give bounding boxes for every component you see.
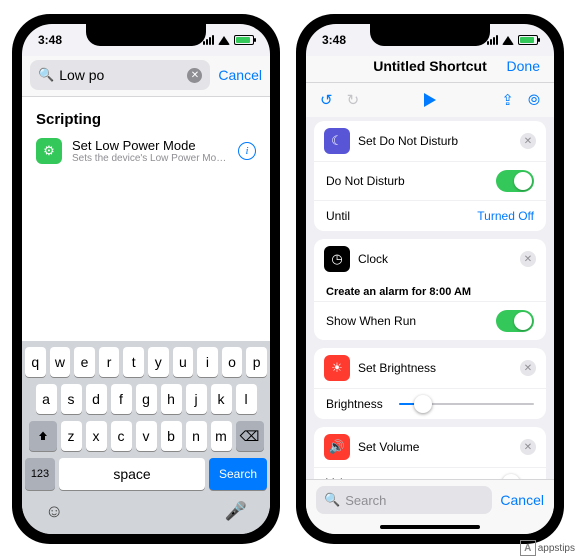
brightness-slider[interactable] — [399, 403, 534, 405]
moon-icon: ☾ — [324, 128, 350, 154]
watermark: A appstips — [520, 540, 575, 556]
action-card-dnd: ☾ Set Do Not Disturb ✕ Do Not Disturb Un… — [314, 121, 546, 231]
search-input[interactable]: 🔍 Search — [316, 486, 492, 514]
key-i[interactable]: i — [197, 347, 218, 377]
status-time: 3:48 — [322, 33, 346, 47]
battery-icon — [518, 35, 538, 45]
wifi-icon — [502, 36, 514, 45]
close-icon[interactable]: ✕ — [520, 439, 536, 455]
row-label: Until — [326, 209, 350, 223]
search-icon: 🔍 — [38, 67, 54, 83]
close-icon[interactable]: ✕ — [520, 251, 536, 267]
show-when-run-toggle[interactable] — [496, 310, 534, 332]
action-card-volume: 🔊 Set Volume ✕ Volume — [314, 427, 546, 479]
close-icon[interactable]: ✕ — [520, 360, 536, 376]
info-icon[interactable]: i — [238, 142, 256, 160]
search-text: Low po — [59, 67, 187, 83]
key-c[interactable]: c — [111, 421, 132, 451]
dnd-toggle[interactable] — [496, 170, 534, 192]
row-label: Brightness — [326, 397, 383, 411]
key-y[interactable]: y — [148, 347, 169, 377]
row-label: Do Not Disturb — [326, 174, 405, 188]
mic-key[interactable]: 🎤 — [225, 501, 247, 522]
key-t[interactable]: t — [123, 347, 144, 377]
card-title: Set Volume — [358, 440, 512, 454]
key-s[interactable]: s — [61, 384, 82, 414]
space-key[interactable]: space — [59, 458, 205, 490]
key-o[interactable]: o — [222, 347, 243, 377]
action-card-clock: ◷ Clock ✕ Create an alarm for 8:00 AM Sh… — [314, 239, 546, 340]
battery-icon — [234, 35, 254, 45]
search-placeholder: Search — [345, 493, 386, 508]
wifi-icon — [218, 36, 230, 45]
home-indicator[interactable] — [306, 520, 554, 534]
clear-icon[interactable]: ✕ — [187, 68, 202, 83]
key-e[interactable]: e — [74, 347, 95, 377]
key-z[interactable]: z — [61, 421, 82, 451]
undo-icon[interactable]: ↺ — [320, 91, 333, 109]
emoji-key[interactable]: ☺ — [45, 501, 63, 522]
key-q[interactable]: q — [25, 347, 46, 377]
cancel-button[interactable]: Cancel — [500, 492, 544, 508]
close-icon[interactable]: ✕ — [520, 133, 536, 149]
cancel-button[interactable]: Cancel — [218, 67, 262, 83]
action-card-brightness: ☀ Set Brightness ✕ Brightness — [314, 348, 546, 419]
share-icon[interactable]: ⇪ — [501, 91, 514, 109]
key-x[interactable]: x — [86, 421, 107, 451]
done-button[interactable]: Done — [500, 58, 540, 74]
search-input[interactable]: 🔍 Low po ✕ — [30, 60, 210, 90]
low-power-icon: ⚙ — [36, 138, 62, 164]
search-icon: 🔍 — [324, 492, 340, 508]
search-result-row[interactable]: ⚙ Set Low Power Mode Sets the device's L… — [36, 138, 256, 164]
key-r[interactable]: r — [99, 347, 120, 377]
section-header: Scripting — [36, 111, 256, 128]
row-label: Show When Run — [326, 314, 416, 328]
key-p[interactable]: p — [246, 347, 267, 377]
status-time: 3:48 — [38, 33, 62, 47]
toolbar: ↺ ↻ ⇪ ⦾ — [306, 83, 554, 117]
key-v[interactable]: v — [136, 421, 157, 451]
key-k[interactable]: k — [211, 384, 232, 414]
settings-toggle-icon[interactable]: ⦾ — [528, 92, 540, 109]
card-subtitle: Create an alarm for 8:00 AM — [314, 279, 546, 301]
key-g[interactable]: g — [136, 384, 157, 414]
page-title: Untitled Shortcut — [360, 58, 500, 74]
volume-icon: 🔊 — [324, 434, 350, 460]
key-d[interactable]: d — [86, 384, 107, 414]
numbers-key[interactable]: 123 — [25, 458, 55, 490]
brightness-icon: ☀ — [324, 355, 350, 381]
key-w[interactable]: w — [50, 347, 71, 377]
key-l[interactable]: l — [236, 384, 257, 414]
key-h[interactable]: h — [161, 384, 182, 414]
result-title: Set Low Power Mode — [72, 138, 228, 153]
keyboard: qwertyuiop asdfghjkl zxcvbnm ⌫ 123 space… — [22, 341, 270, 534]
until-value[interactable]: Turned Off — [477, 209, 534, 223]
key-j[interactable]: j — [186, 384, 207, 414]
backspace-key[interactable]: ⌫ — [236, 421, 264, 451]
key-n[interactable]: n — [186, 421, 207, 451]
key-b[interactable]: b — [161, 421, 182, 451]
key-m[interactable]: m — [211, 421, 232, 451]
card-title: Set Brightness — [358, 361, 512, 375]
key-a[interactable]: a — [36, 384, 57, 414]
key-u[interactable]: u — [173, 347, 194, 377]
shift-key[interactable] — [29, 421, 57, 451]
card-title: Clock — [358, 252, 512, 266]
result-subtitle: Sets the device's Low Power Mode to on o… — [72, 153, 228, 164]
key-f[interactable]: f — [111, 384, 132, 414]
play-icon[interactable] — [424, 93, 436, 107]
search-key[interactable]: Search — [209, 458, 267, 490]
card-title: Set Do Not Disturb — [358, 134, 512, 148]
clock-icon: ◷ — [324, 246, 350, 272]
redo-icon: ↻ — [347, 91, 360, 109]
